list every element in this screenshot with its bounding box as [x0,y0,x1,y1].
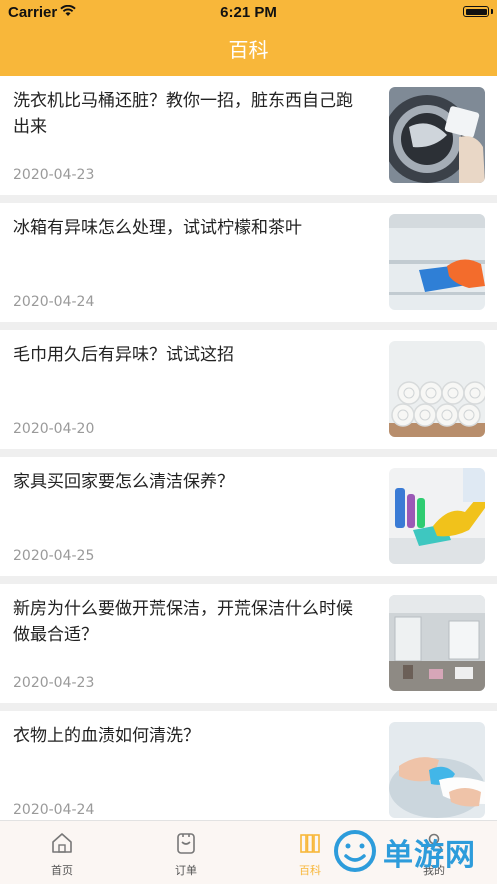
empty-room-image [389,595,485,691]
smiley-logo-icon [334,830,376,872]
watermark: 单游网 [323,824,493,879]
home-icon [52,833,72,853]
table-cleaning-image [389,468,485,564]
tab-label: 首页 [51,864,73,877]
rolled-towels-image [389,341,485,437]
washing-machine-image [389,87,485,183]
article-date: 2020-04-23 [13,167,95,183]
tab-orders[interactable]: 订单 [124,821,248,884]
article-item[interactable]: 衣物上的血渍如何清洗？ 2020-04-24 [0,711,497,820]
article-item[interactable]: 洗衣机比马桶还脏？教你一招，脏东西自己跑出来 2020-04-23 [0,76,497,195]
article-date: 2020-04-23 [13,675,95,691]
article-title: 家具买回家要怎么清洁保养？ [13,472,234,492]
article-item[interactable]: 新房为什么要做开荒保洁，开荒保洁什么时候做最合适？ 2020-04-23 [0,584,497,703]
article-date: 2020-04-20 [13,421,95,437]
watermark-text: 单游网 [383,838,476,873]
article-item[interactable]: 家具买回家要怎么清洁保养？ 2020-04-25 [0,457,497,576]
article-title: 新房为什么要做开荒保洁，开荒保洁什么时候做最合适？ [13,599,353,645]
article-date: 2020-04-24 [13,294,95,310]
article-item[interactable]: 冰箱有异味怎么处理，试试柠檬和茶叶 2020-04-24 [0,203,497,322]
article-item[interactable]: 毛巾用久后有异味？试试这招 2020-04-20 [0,330,497,449]
sink-washing-image [389,722,485,818]
battery-tip [491,9,493,14]
page-title: 百科 [0,24,497,76]
article-title: 冰箱有异味怎么处理，试试柠檬和茶叶 [13,218,302,238]
tab-home[interactable]: 首页 [0,821,124,884]
book-icon [300,834,320,853]
article-date: 2020-04-24 [13,802,95,818]
article-title: 毛巾用久后有异味？试试这招 [13,345,234,365]
fridge-cleaning-image [389,214,485,310]
status-time: 6:21 PM [220,4,277,21]
article-list[interactable]: 洗衣机比马桶还脏？教你一招，脏东西自己跑出来 2020-04-23 冰箱有异味怎… [0,76,497,820]
article-title: 洗衣机比马桶还脏？教你一招，脏东西自己跑出来 [13,91,353,137]
order-icon [177,833,195,854]
tab-label: 订单 [175,864,197,877]
battery-icon [463,6,489,17]
article-date: 2020-04-25 [13,548,95,564]
status-bar: Carrier 6:21 PM [0,0,497,24]
article-title: 衣物上的血渍如何清洗？ [13,726,200,746]
